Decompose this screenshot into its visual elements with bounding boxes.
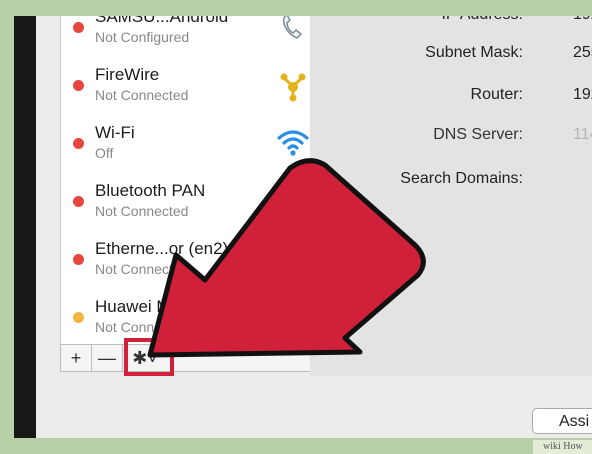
status-dot [73, 312, 84, 323]
status-dot [73, 196, 84, 207]
status-dot [73, 138, 84, 149]
dns-server-label: DNS Server: [433, 126, 523, 143]
list-item[interactable]: FireWire Not Connected [61, 56, 321, 114]
assist-me-button[interactable]: Assi [532, 408, 592, 434]
service-name: Etherne...or (en2) [95, 239, 229, 258]
watermark: wiki How [533, 440, 592, 454]
ip-address-label: IP Address: [293, 16, 523, 24]
service-status: Not Connec [95, 319, 169, 335]
router-label: Router: [470, 86, 523, 103]
ethernet-icon [277, 240, 309, 276]
service-status: Off [95, 145, 114, 161]
service-toolbar: + — ✱˅ [60, 344, 322, 372]
subnet-mask-value: 255.25 [573, 44, 592, 61]
add-service-button[interactable]: + [61, 345, 92, 371]
search-domains-label: Search Domains: [400, 170, 523, 187]
service-name: Huawei Mod [95, 297, 190, 316]
network-preferences-window: SAMSU...Android Not Configured FireWire … [36, 16, 592, 438]
list-item[interactable]: SAMSU...Android Not Configured [61, 16, 321, 56]
list-item[interactable]: Bluetooth PAN Not Connected [61, 172, 321, 230]
gear-highlight-box [124, 338, 174, 376]
remove-service-button[interactable]: — [92, 345, 123, 371]
service-status: Not Configured [95, 29, 190, 45]
window-edge [14, 16, 36, 438]
ip-address-value: 192.1 [573, 16, 592, 24]
network-details-panel [310, 16, 592, 376]
modem-icon [277, 298, 309, 334]
router-value: 192.16 [573, 86, 592, 103]
service-status: Not Connected [95, 203, 189, 219]
list-item[interactable]: Huawei Mod Not Connec [61, 288, 321, 346]
service-name: Wi-Fi [95, 123, 135, 142]
service-name: Bluetooth PAN [95, 181, 206, 200]
list-item[interactable]: Wi-Fi Off [61, 114, 321, 172]
service-status: Not Connected [95, 87, 189, 103]
subnet-mask-label: Subnet Mask: [425, 44, 523, 61]
service-name: FireWire [95, 65, 160, 84]
status-dot [73, 254, 84, 265]
service-list: SAMSU...Android Not Configured FireWire … [60, 16, 322, 349]
service-status: Not Connected [95, 261, 189, 277]
status-dot [73, 22, 84, 33]
status-dot [73, 80, 84, 91]
list-item[interactable]: Etherne...or (en2) Not Connected [61, 230, 321, 288]
dns-server-value: 114.1C [573, 126, 592, 143]
service-name: SAMSU...Android [95, 16, 229, 26]
